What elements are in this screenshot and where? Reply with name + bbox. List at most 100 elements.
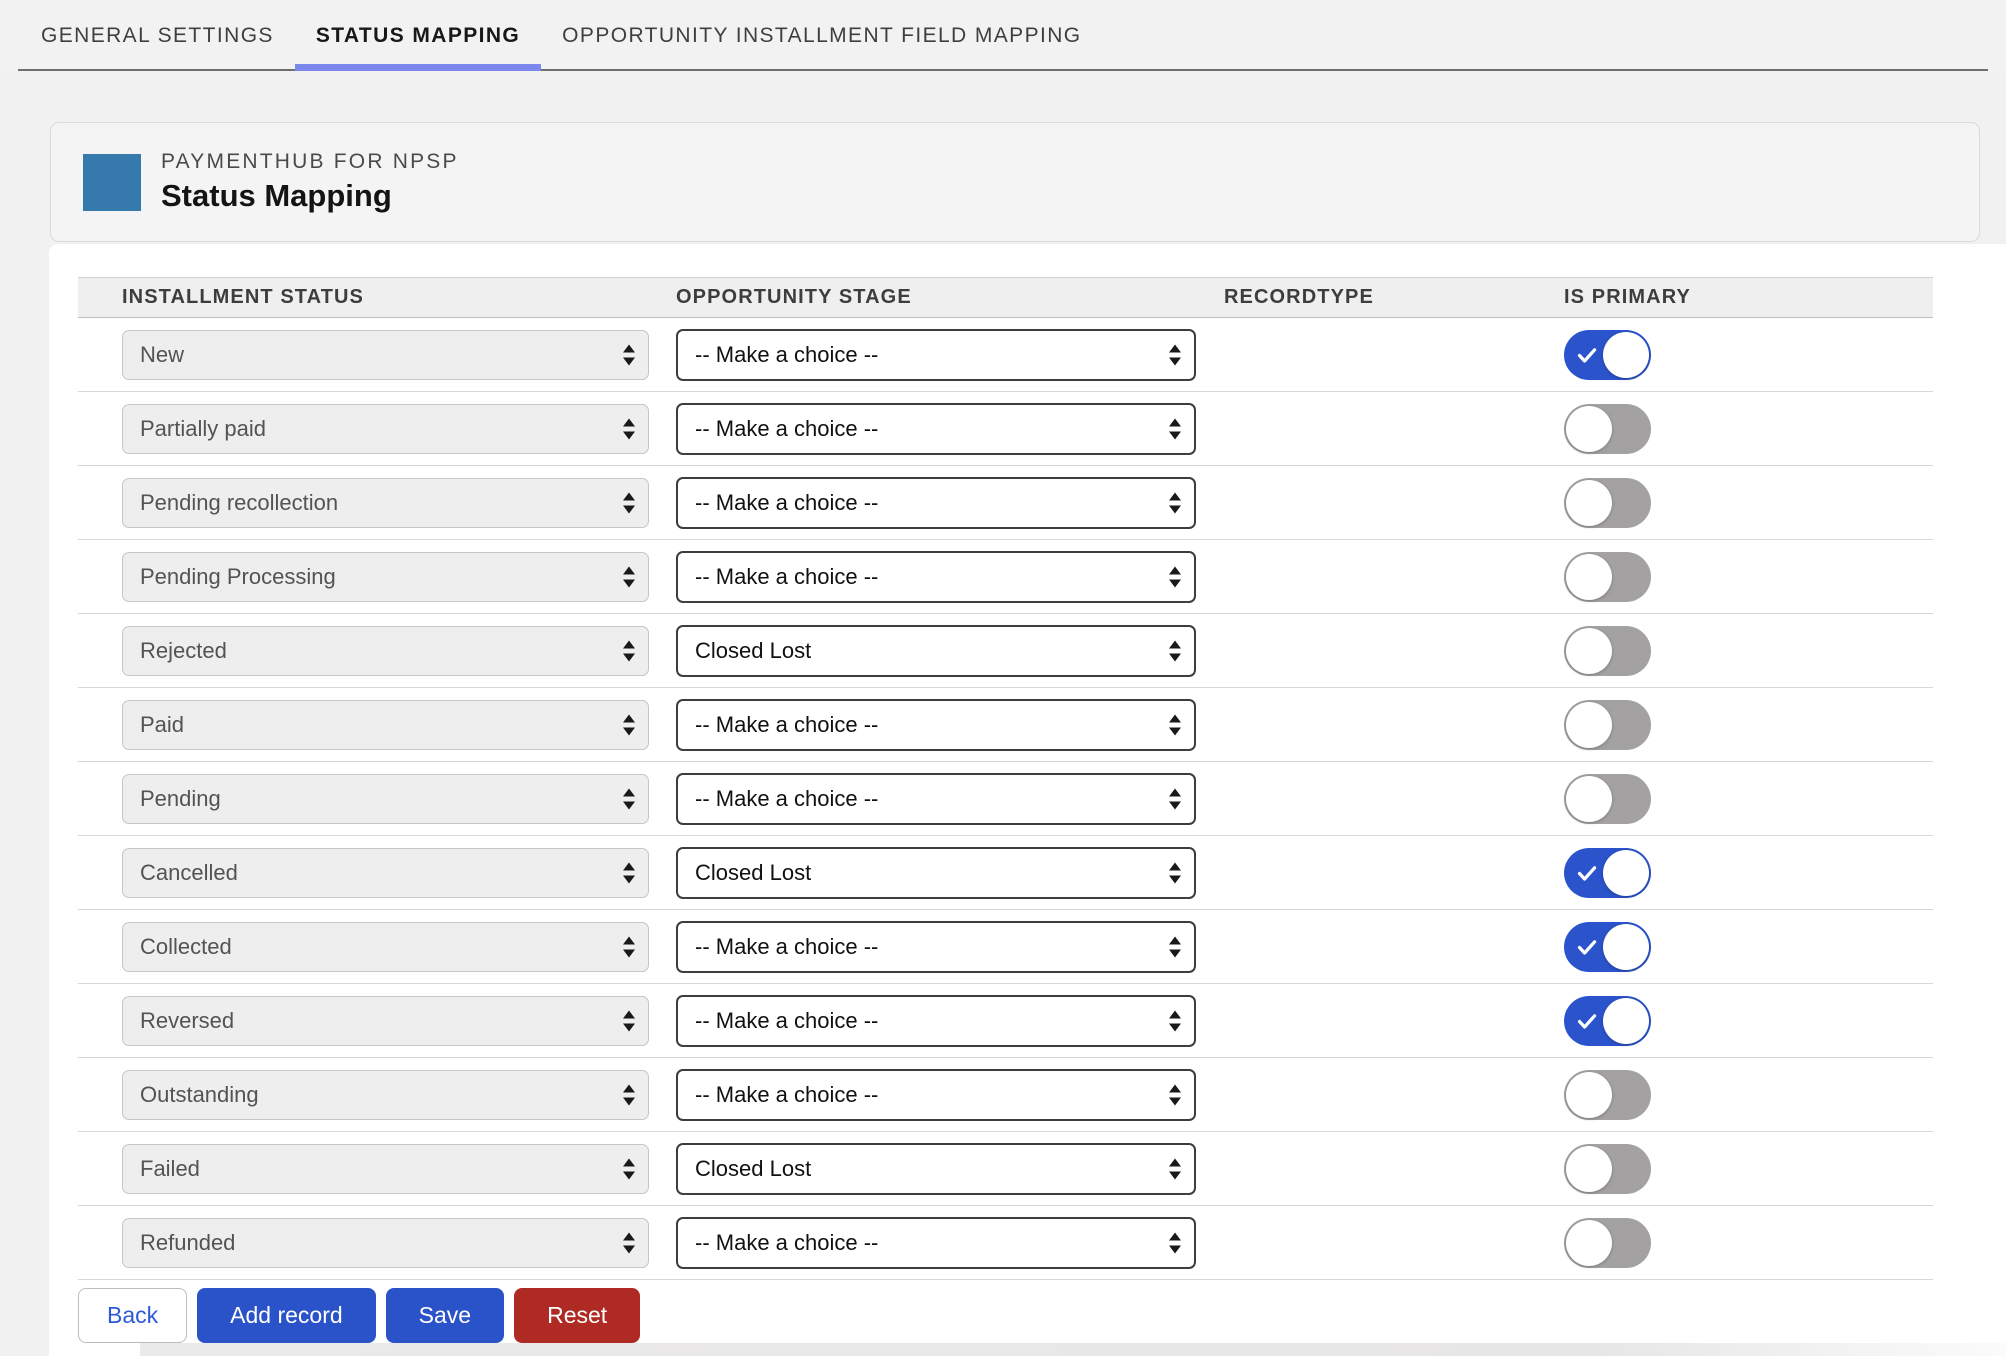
opportunity-stage-cell: Closed Lost bbox=[676, 1143, 1224, 1195]
opportunity-stage-select[interactable]: -- Make a choice -- bbox=[676, 1069, 1196, 1121]
add-record-button[interactable]: Add record bbox=[197, 1288, 376, 1343]
tab-status-mapping[interactable]: STATUS MAPPING bbox=[295, 0, 541, 71]
select-spinner-icon bbox=[1169, 1158, 1181, 1179]
toggle-knob bbox=[1603, 332, 1649, 378]
installment-status-cell: New bbox=[122, 330, 676, 380]
opportunity-stage-select[interactable]: Closed Lost bbox=[676, 625, 1196, 677]
is-primary-toggle[interactable] bbox=[1564, 552, 1651, 602]
opportunity-stage-cell: -- Make a choice -- bbox=[676, 995, 1224, 1047]
select-spinner-icon bbox=[623, 1158, 635, 1179]
opportunity-stage-select[interactable]: Closed Lost bbox=[676, 847, 1196, 899]
tab-general-settings[interactable]: GENERAL SETTINGS bbox=[20, 0, 295, 71]
opportunity-stage-cell: -- Make a choice -- bbox=[676, 921, 1224, 973]
opportunity-stage-select[interactable]: -- Make a choice -- bbox=[676, 551, 1196, 603]
is-primary-toggle[interactable] bbox=[1564, 478, 1651, 528]
back-button[interactable]: Back bbox=[78, 1288, 187, 1343]
is-primary-cell bbox=[1564, 848, 1933, 898]
opportunity-stage-value: -- Make a choice -- bbox=[695, 934, 878, 960]
opportunity-stage-value: -- Make a choice -- bbox=[695, 490, 878, 516]
opportunity-stage-select[interactable]: -- Make a choice -- bbox=[676, 1217, 1196, 1269]
is-primary-toggle[interactable] bbox=[1564, 404, 1651, 454]
is-primary-cell bbox=[1564, 626, 1933, 676]
installment-status-select[interactable]: Failed bbox=[122, 1144, 649, 1194]
column-header-opportunity-stage: OPPORTUNITY STAGE bbox=[676, 286, 1224, 309]
is-primary-toggle[interactable] bbox=[1564, 1144, 1651, 1194]
is-primary-toggle[interactable] bbox=[1564, 1070, 1651, 1120]
opportunity-stage-value: -- Make a choice -- bbox=[695, 1230, 878, 1256]
opportunity-stage-value: -- Make a choice -- bbox=[695, 564, 878, 590]
installment-status-select[interactable]: Pending recollection bbox=[122, 478, 649, 528]
toggle-knob bbox=[1603, 924, 1649, 970]
is-primary-cell bbox=[1564, 1070, 1933, 1120]
is-primary-toggle[interactable] bbox=[1564, 1218, 1651, 1268]
installment-status-select[interactable]: Outstanding bbox=[122, 1070, 649, 1120]
is-primary-toggle[interactable] bbox=[1564, 700, 1651, 750]
is-primary-toggle[interactable] bbox=[1564, 626, 1651, 676]
is-primary-toggle[interactable] bbox=[1564, 330, 1651, 380]
is-primary-cell bbox=[1564, 996, 1933, 1046]
opportunity-stage-select[interactable]: -- Make a choice -- bbox=[676, 995, 1196, 1047]
installment-status-select[interactable]: Refunded bbox=[122, 1218, 649, 1268]
app-icon bbox=[83, 154, 141, 211]
select-spinner-icon bbox=[1169, 344, 1181, 365]
installment-status-value: Paid bbox=[140, 712, 184, 738]
table-row: Pending -- Make a choice -- bbox=[78, 762, 1933, 836]
installment-status-select[interactable]: Pending bbox=[122, 774, 649, 824]
installment-status-select[interactable]: Collected bbox=[122, 922, 649, 972]
table-header-row: INSTALLMENT STATUSOPPORTUNITY STAGERECOR… bbox=[78, 277, 1933, 318]
tab-opportunity-installment-field-mapping[interactable]: OPPORTUNITY INSTALLMENT FIELD MAPPING bbox=[541, 0, 1102, 71]
is-primary-toggle[interactable] bbox=[1564, 996, 1651, 1046]
toggle-knob bbox=[1603, 850, 1649, 896]
opportunity-stage-select[interactable]: -- Make a choice -- bbox=[676, 329, 1196, 381]
select-spinner-icon bbox=[623, 936, 635, 957]
installment-status-cell: Failed bbox=[122, 1144, 676, 1194]
opportunity-stage-cell: Closed Lost bbox=[676, 625, 1224, 677]
tab-bar: GENERAL SETTINGSSTATUS MAPPINGOPPORTUNIT… bbox=[0, 0, 2006, 71]
select-spinner-icon bbox=[623, 862, 635, 883]
opportunity-stage-cell: -- Make a choice -- bbox=[676, 699, 1224, 751]
is-primary-toggle[interactable] bbox=[1564, 774, 1651, 824]
select-spinner-icon bbox=[623, 492, 635, 513]
installment-status-cell: Refunded bbox=[122, 1218, 676, 1268]
page-bottom-strip bbox=[140, 1343, 2006, 1356]
installment-status-select[interactable]: Rejected bbox=[122, 626, 649, 676]
status-mapping-table: New -- Make a choice -- Partially paid -- M… bbox=[78, 318, 2006, 1280]
select-spinner-icon bbox=[1169, 1010, 1181, 1031]
is-primary-cell bbox=[1564, 922, 1933, 972]
reset-button[interactable]: Reset bbox=[514, 1288, 640, 1343]
is-primary-toggle[interactable] bbox=[1564, 848, 1651, 898]
installment-status-value: Pending Processing bbox=[140, 564, 336, 590]
opportunity-stage-select[interactable]: -- Make a choice -- bbox=[676, 477, 1196, 529]
installment-status-select[interactable]: New bbox=[122, 330, 649, 380]
opportunity-stage-select[interactable]: -- Make a choice -- bbox=[676, 921, 1196, 973]
content-panel: INSTALLMENT STATUSOPPORTUNITY STAGERECOR… bbox=[49, 244, 2006, 1356]
opportunity-stage-value: -- Make a choice -- bbox=[695, 342, 878, 368]
check-icon bbox=[1575, 1009, 1599, 1033]
installment-status-cell: Pending bbox=[122, 774, 676, 824]
installment-status-cell: Collected bbox=[122, 922, 676, 972]
opportunity-stage-select[interactable]: -- Make a choice -- bbox=[676, 699, 1196, 751]
column-header-is-primary: IS PRIMARY bbox=[1564, 286, 1933, 309]
installment-status-cell: Rejected bbox=[122, 626, 676, 676]
toggle-knob bbox=[1566, 480, 1612, 526]
check-icon bbox=[1575, 861, 1599, 885]
installment-status-select[interactable]: Cancelled bbox=[122, 848, 649, 898]
opportunity-stage-select[interactable]: -- Make a choice -- bbox=[676, 773, 1196, 825]
installment-status-select[interactable]: Pending Processing bbox=[122, 552, 649, 602]
select-spinner-icon bbox=[623, 1232, 635, 1253]
table-row: Cancelled Closed Lost bbox=[78, 836, 1933, 910]
opportunity-stage-select[interactable]: -- Make a choice -- bbox=[676, 403, 1196, 455]
installment-status-select[interactable]: Paid bbox=[122, 700, 649, 750]
is-primary-toggle[interactable] bbox=[1564, 922, 1651, 972]
installment-status-cell: Cancelled bbox=[122, 848, 676, 898]
select-spinner-icon bbox=[1169, 936, 1181, 957]
opportunity-stage-value: -- Make a choice -- bbox=[695, 786, 878, 812]
installment-status-value: Collected bbox=[140, 934, 232, 960]
save-button[interactable]: Save bbox=[386, 1288, 504, 1343]
select-spinner-icon bbox=[1169, 640, 1181, 661]
installment-status-select[interactable]: Reversed bbox=[122, 996, 649, 1046]
opportunity-stage-select[interactable]: Closed Lost bbox=[676, 1143, 1196, 1195]
select-spinner-icon bbox=[623, 418, 635, 439]
installment-status-select[interactable]: Partially paid bbox=[122, 404, 649, 454]
table-row: New -- Make a choice -- bbox=[78, 318, 1933, 392]
